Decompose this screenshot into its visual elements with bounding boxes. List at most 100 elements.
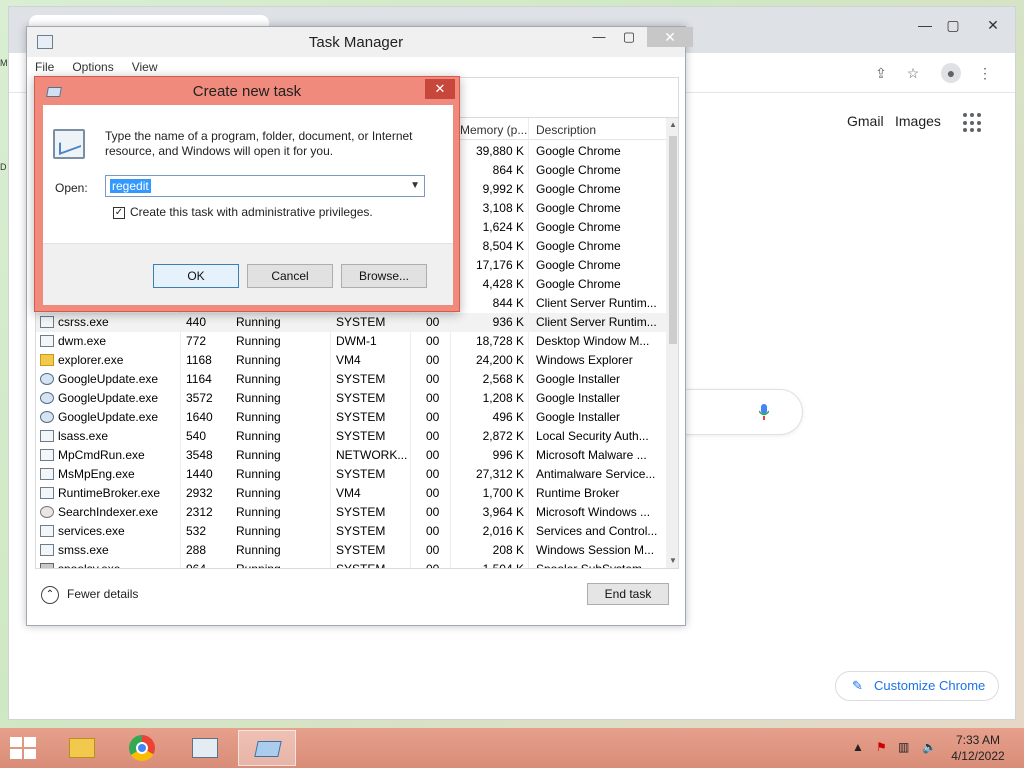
volume-muted-icon[interactable]: 🔈	[922, 740, 937, 754]
table-row[interactable]: MpCmdRun.exe 3548 Running NETWORK... 00 996 K…	[36, 446, 666, 465]
scrollbar-thumb[interactable]	[669, 136, 677, 344]
customize-chrome-button[interactable]: ✎ Customize Chrome	[835, 671, 999, 701]
clock-time: 7:33 AM	[955, 733, 1001, 747]
table-row[interactable]: GoogleUpdate.exe 3572 Running SYSTEM 00 1,208…	[36, 389, 666, 408]
system-clock[interactable]: 7:33 AM 4/12/2022	[946, 732, 1010, 764]
cell-user: SYSTEM	[336, 505, 386, 519]
action-center-flag-icon[interactable]: ⚑	[876, 740, 887, 754]
maximize-button[interactable]: ▢	[939, 13, 967, 37]
taskbar-google-chrome[interactable]	[114, 730, 172, 766]
gmail-link[interactable]: Gmail	[847, 113, 884, 129]
column-description[interactable]: Description	[536, 123, 596, 137]
task-manager-icon	[53, 129, 85, 159]
profile-icon[interactable]: ●	[941, 63, 961, 83]
cell-description: Google Chrome	[536, 239, 621, 253]
table-row[interactable]: RuntimeBroker.exe 2932 Running VM4 00 1,700 K…	[36, 484, 666, 503]
column-memory[interactable]: Memory (p...	[460, 123, 527, 137]
pencil-icon: ✎	[852, 678, 863, 693]
table-row[interactable]: smss.exe 288 Running SYSTEM 00 208 K Windows S…	[36, 541, 666, 560]
table-row[interactable]: dwm.exe 772 Running DWM-1 00 18,728 K Desktop …	[36, 332, 666, 351]
maximize-button[interactable]: ▢	[615, 27, 643, 49]
taskbar-file-explorer[interactable]	[52, 730, 110, 766]
cell-user: SYSTEM	[336, 391, 386, 405]
cell-cpu: 00	[426, 429, 440, 443]
table-row[interactable]: SearchIndexer.exe 2312 Running SYSTEM 00 3,96…	[36, 503, 666, 522]
cell-status: Running	[236, 353, 281, 367]
cell-cpu: 00	[426, 391, 440, 405]
end-task-button[interactable]: End task	[587, 583, 669, 605]
task-manager-footer: ⌃ Fewer details End task	[27, 575, 685, 625]
close-button[interactable]: ✕	[979, 13, 1007, 37]
start-button[interactable]	[10, 737, 38, 759]
table-row[interactable]: services.exe 532 Running SYSTEM 00 2,016 K Ser…	[36, 522, 666, 541]
menu-bar: File Options View	[33, 57, 174, 77]
cell-memory: 9,992 K	[482, 182, 524, 196]
table-row[interactable]: GoogleUpdate.exe 1640 Running SYSTEM 00 496 K…	[36, 408, 666, 427]
cell-memory: 996 K	[492, 448, 524, 462]
process-icon	[40, 487, 54, 499]
open-input-value[interactable]: regedit	[110, 179, 151, 193]
checkbox-checked-icon[interactable]: ✓	[113, 206, 125, 219]
scroll-down-icon[interactable]: ▼	[668, 556, 678, 565]
cell-description: Google Installer	[536, 410, 621, 424]
table-row[interactable]: explorer.exe 1168 Running VM4 00 24,200 K Wind…	[36, 351, 666, 370]
chevron-down-icon[interactable]: ▼	[410, 180, 420, 191]
cell-name: GoogleUpdate.exe	[58, 391, 159, 405]
chrome-icon	[129, 735, 155, 761]
cell-pid: 540	[186, 429, 207, 443]
process-icon	[40, 468, 54, 480]
ok-button[interactable]: OK	[153, 264, 239, 288]
show-hidden-icons[interactable]: ▲	[852, 740, 864, 754]
cell-description: Google Chrome	[536, 220, 621, 234]
table-row[interactable]: GoogleUpdate.exe 1164 Running SYSTEM 00 2,568…	[36, 370, 666, 389]
cell-name: csrss.exe	[58, 315, 109, 329]
admin-privileges-checkbox[interactable]: ✓ Create this task with administrative pr…	[113, 205, 373, 219]
microphone-icon[interactable]	[759, 404, 769, 420]
scroll-up-icon[interactable]: ▲	[668, 120, 678, 129]
star-icon[interactable]: ☆	[903, 63, 923, 83]
process-icon	[40, 430, 54, 442]
cell-pid: 772	[186, 334, 207, 348]
browse-button[interactable]: Browse...	[341, 264, 427, 288]
fewer-details-button[interactable]: ⌃ Fewer details	[41, 585, 138, 604]
cell-cpu: 00	[426, 467, 440, 481]
close-button[interactable]: ✕	[647, 27, 693, 47]
menu-file[interactable]: File	[33, 57, 56, 77]
cell-name: lsass.exe	[58, 429, 109, 443]
cell-description: Windows Session M...	[536, 543, 655, 557]
clock-date: 4/12/2022	[951, 749, 1005, 763]
share-icon[interactable]: ⇪	[871, 63, 891, 83]
cell-name: spoolsv.exe	[58, 562, 121, 569]
cell-description: Google Chrome	[536, 144, 621, 158]
task-manager-titlebar[interactable]: Task Manager — ▢ ✕	[27, 27, 693, 57]
cell-memory: 4,428 K	[482, 277, 524, 291]
images-link[interactable]: Images	[895, 113, 941, 129]
cell-memory: 2,016 K	[482, 524, 524, 538]
menu-view[interactable]: View	[130, 57, 160, 77]
taskbar-run-dialog[interactable]	[238, 730, 296, 766]
minimize-button[interactable]: —	[585, 27, 613, 49]
table-row[interactable]: MsMpEng.exe 1440 Running SYSTEM 00 27,312 K An…	[36, 465, 666, 484]
table-row[interactable]: spoolsv.exe 964 Running SYSTEM 00 1,504 K Spoo…	[36, 560, 666, 569]
cancel-button[interactable]: Cancel	[247, 264, 333, 288]
cell-user: SYSTEM	[336, 429, 386, 443]
process-icon	[40, 373, 54, 385]
menu-options[interactable]: Options	[70, 57, 115, 77]
network-icon[interactable]: ▥	[898, 740, 909, 754]
apps-grid-icon[interactable]	[963, 113, 983, 133]
close-button[interactable]: ✕	[425, 79, 455, 99]
dialog-description: Type the name of a program, folder, docu…	[105, 129, 413, 158]
more-icon[interactable]: ⋮	[975, 63, 995, 83]
folder-icon	[69, 738, 95, 758]
cell-description: Google Installer	[536, 372, 621, 386]
cell-memory: 27,312 K	[475, 467, 524, 481]
cell-memory: 1,208 K	[482, 391, 524, 405]
taskbar-task-manager[interactable]	[176, 730, 234, 766]
open-combobox[interactable]: regedit ▼	[105, 175, 425, 197]
cell-pid: 440	[186, 315, 207, 329]
vertical-scrollbar[interactable]: ▲ ▼	[666, 118, 678, 568]
table-row[interactable]: lsass.exe 540 Running SYSTEM 00 2,872 K Local …	[36, 427, 666, 446]
minimize-button[interactable]: —	[911, 13, 939, 37]
cell-name: smss.exe	[58, 543, 109, 557]
table-row[interactable]: csrss.exe 440 Running SYSTEM 00 936 K Client S…	[36, 313, 666, 332]
